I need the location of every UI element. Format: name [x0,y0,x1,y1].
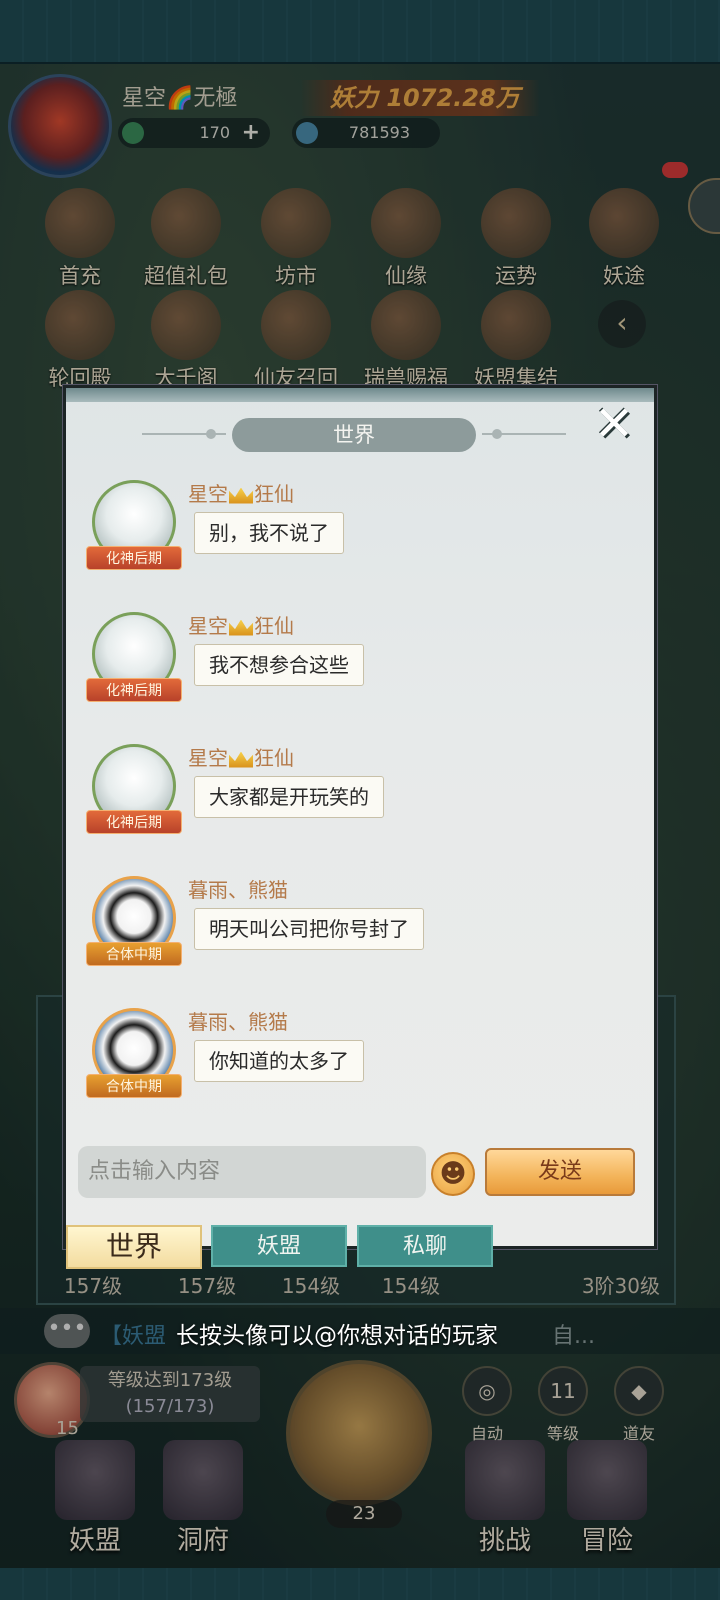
sender-name-part: 狂仙 [254,746,294,770]
realm-badge: 化神后期 [86,546,182,570]
sender-name: 星空 狂仙 [188,610,294,639]
emoji-icon[interactable]: ☻ [431,1152,475,1196]
message-bubble: 大家都是开玩笑的 [194,776,384,818]
tab-world[interactable]: 世界 [66,1225,202,1269]
tab-private[interactable]: 私聊 [357,1225,493,1267]
message-bubble: 你知道的太多了 [194,1040,364,1082]
chat-dialog: 世界 ✕ 化神后期 星空 狂仙 别，我不说了 化神后期 星空 狂仙 我不想参合这些 … [63,385,657,1249]
sender-name-part: 星空 [188,746,228,770]
message-bubble: 我不想参合这些 [194,644,364,686]
crown-icon [229,751,253,768]
chat-message: 化神后期 星空 狂仙 别，我不说了 [78,476,638,586]
sender-name: 暮雨、熊猫 [188,1010,288,1034]
crown-icon [229,487,253,504]
realm-badge: 合体中期 [86,1074,182,1098]
message-bubble: 明天叫公司把你号封了 [194,908,424,950]
chat-channel-title: 世界 [232,418,476,452]
tab-guild[interactable]: 妖盟 [211,1225,347,1267]
realm-badge: 化神后期 [86,810,182,834]
crown-icon [229,619,253,636]
sender-name: 暮雨、熊猫 [188,878,288,902]
title-divider-right [482,433,566,435]
realm-badge: 化神后期 [86,678,182,702]
dialog-top-bar [66,388,654,402]
send-button[interactable]: 发送 [485,1148,635,1196]
close-icon[interactable]: ✕ [586,398,642,450]
chat-message: 合体中期 暮雨、熊猫 明天叫公司把你号封了 [78,872,638,982]
message-bubble: 别，我不说了 [194,512,344,554]
sender-name-part: 星空 [188,482,228,506]
sender-name: 星空 狂仙 [188,742,294,771]
sender-name-part: 星空 [188,614,228,638]
realm-badge: 合体中期 [86,942,182,966]
chat-message: 化神后期 星空 狂仙 我不想参合这些 [78,608,638,718]
chat-message: 化神后期 星空 狂仙 大家都是开玩笑的 [78,740,638,850]
sender-name: 星空 狂仙 [188,478,294,507]
chat-input[interactable]: 点击输入内容 [78,1146,426,1198]
title-dot-left [206,429,216,439]
sender-name-part: 狂仙 [254,614,294,638]
chat-message: 合体中期 暮雨、熊猫 你知道的太多了 [78,1004,638,1114]
sender-name-part: 狂仙 [254,482,294,506]
mention-tip: 长按头像可以@你想对话的玩家 [176,1323,498,1349]
